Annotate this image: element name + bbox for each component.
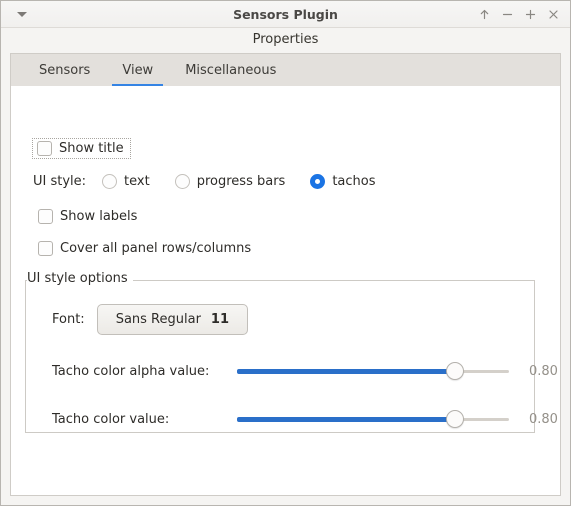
tacho-color-alpha-label: Tacho color alpha value: (52, 363, 210, 379)
radio-circle-icon (174, 174, 190, 189)
font-label: Font: (52, 312, 85, 327)
tacho-color-value-slider[interactable] (237, 410, 509, 428)
shade-button[interactable] (473, 4, 495, 26)
plus-icon (525, 9, 535, 20)
window-titlebar[interactable]: Sensors Plugin (1, 1, 570, 28)
font-family-value: Sans Regular (115, 312, 201, 327)
show-title-row: Show title (32, 138, 131, 160)
tab-bar: Sensors View Miscellaneous (11, 54, 560, 87)
radio-circle-icon (102, 174, 118, 189)
ui-style-options-content: Font: Sans Regular 11 Tacho color alpha … (25, 280, 558, 433)
slider-fill (237, 369, 455, 374)
tacho-color-alpha-row: Tacho color alpha value: 0.80 (52, 362, 558, 380)
slider-thumb[interactable] (445, 410, 464, 428)
arrow-up-icon (480, 9, 488, 20)
radio-progress-bars-label: progress bars (196, 174, 286, 189)
cover-all-panel-label: Cover all panel rows/columns (60, 241, 252, 256)
radio-tachos-label: tachos (332, 174, 376, 189)
tacho-color-value-label: Tacho color value: (52, 411, 170, 427)
tacho-color-value-value: 0.80 (529, 411, 558, 427)
tab-sensors-label: Sensors (39, 62, 91, 78)
minus-icon (502, 13, 512, 16)
cover-all-panel-checkbox[interactable]: Cover all panel rows/columns (38, 241, 251, 256)
minimize-button[interactable] (496, 4, 518, 26)
tab-miscellaneous-label: Miscellaneous (185, 62, 277, 78)
properties-notebook: Sensors View Miscellaneous Show title UI… (10, 53, 561, 496)
dialog-header-title: Properties (1, 28, 570, 53)
font-row: Font: Sans Regular 11 (52, 304, 249, 335)
radio-ui-style-progress-bars[interactable]: progress bars (174, 174, 286, 189)
checkbox-box-icon (38, 209, 53, 224)
radio-ui-style-text[interactable]: text (102, 174, 150, 189)
font-chooser-button[interactable]: Sans Regular 11 (96, 304, 249, 335)
show-title-label: Show title (59, 141, 124, 156)
checkbox-box-icon (38, 241, 53, 256)
slider-fill (237, 417, 455, 422)
ui-style-label: UI style: (33, 174, 87, 189)
radio-text-label: text (124, 174, 150, 189)
show-labels-checkbox[interactable]: Show labels (38, 209, 137, 224)
slider-thumb[interactable] (445, 362, 464, 380)
tab-sensors[interactable]: Sensors (23, 54, 106, 86)
radio-circle-selected-icon (310, 174, 326, 189)
tacho-color-alpha-value: 0.80 (529, 363, 558, 379)
font-size-value: 11 (210, 312, 230, 327)
sensors-plugin-window: Sensors Plugin Properties Sensors View M… (0, 0, 571, 506)
tacho-color-value-row: Tacho color value: 0.80 (52, 410, 558, 428)
tab-view-label: View (122, 62, 154, 78)
checkbox-box-icon (37, 141, 52, 156)
ui-style-row: UI style: text progress bars tachos (33, 174, 376, 189)
ui-style-options-group: UI style options Font: Sans Regular 11 T… (25, 271, 558, 433)
show-labels-label: Show labels (60, 209, 138, 224)
tab-miscellaneous[interactable]: Miscellaneous (169, 54, 292, 86)
close-icon (548, 10, 558, 19)
maximize-button[interactable] (519, 4, 541, 26)
tacho-color-alpha-slider[interactable] (237, 362, 509, 380)
show-title-checkbox[interactable]: Show title (32, 138, 131, 159)
radio-ui-style-tachos[interactable]: tachos (310, 174, 376, 189)
view-tab-page: Show title UI style: text progress bars … (11, 86, 560, 495)
tab-view[interactable]: View (106, 54, 169, 87)
window-controls (473, 1, 564, 28)
ui-style-options-title: UI style options (27, 271, 133, 286)
close-button[interactable] (542, 4, 564, 26)
